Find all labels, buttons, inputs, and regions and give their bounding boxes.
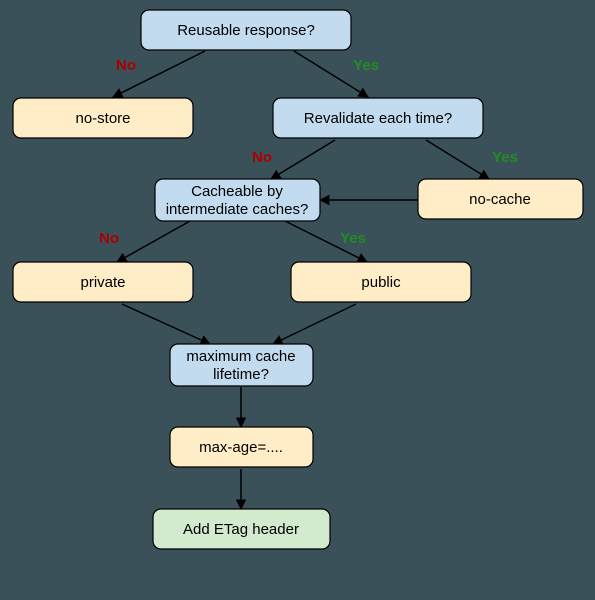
edge-revalidate-cacheable xyxy=(271,140,335,179)
edge-public-maxlifetime xyxy=(273,304,356,344)
node-max-lifetime-l1: maximum cache xyxy=(186,348,295,365)
edge-revalidate-nocache xyxy=(426,140,489,179)
edge-private-maxlifetime xyxy=(122,304,210,344)
edge-label-no-2: No xyxy=(252,149,272,166)
edge-label-no-3: No xyxy=(99,230,119,247)
edge-label-no-1: No xyxy=(116,57,136,74)
node-revalidate-label: Revalidate each time? xyxy=(304,110,452,127)
edge-label-yes-1: Yes xyxy=(353,57,379,74)
node-no-cache-label: no-cache xyxy=(469,191,531,208)
node-public-label: public xyxy=(361,274,401,291)
node-private-label: private xyxy=(80,274,125,291)
node-no-store-label: no-store xyxy=(75,110,130,127)
caching-decision-flowchart: No Yes No Yes No Yes Reusable response? … xyxy=(0,0,595,600)
node-max-age-label: max-age=.... xyxy=(199,439,283,456)
node-max-lifetime-l2: lifetime? xyxy=(213,366,269,383)
node-cacheable-l2: intermediate caches? xyxy=(166,201,309,218)
edge-cacheable-private xyxy=(117,221,190,262)
node-reusable-response-label: Reusable response? xyxy=(177,22,315,39)
edge-label-yes-3: Yes xyxy=(340,230,366,247)
edge-label-yes-2: Yes xyxy=(492,149,518,166)
node-cacheable-l1: Cacheable by xyxy=(191,183,283,200)
node-etag-label: Add ETag header xyxy=(183,521,299,538)
